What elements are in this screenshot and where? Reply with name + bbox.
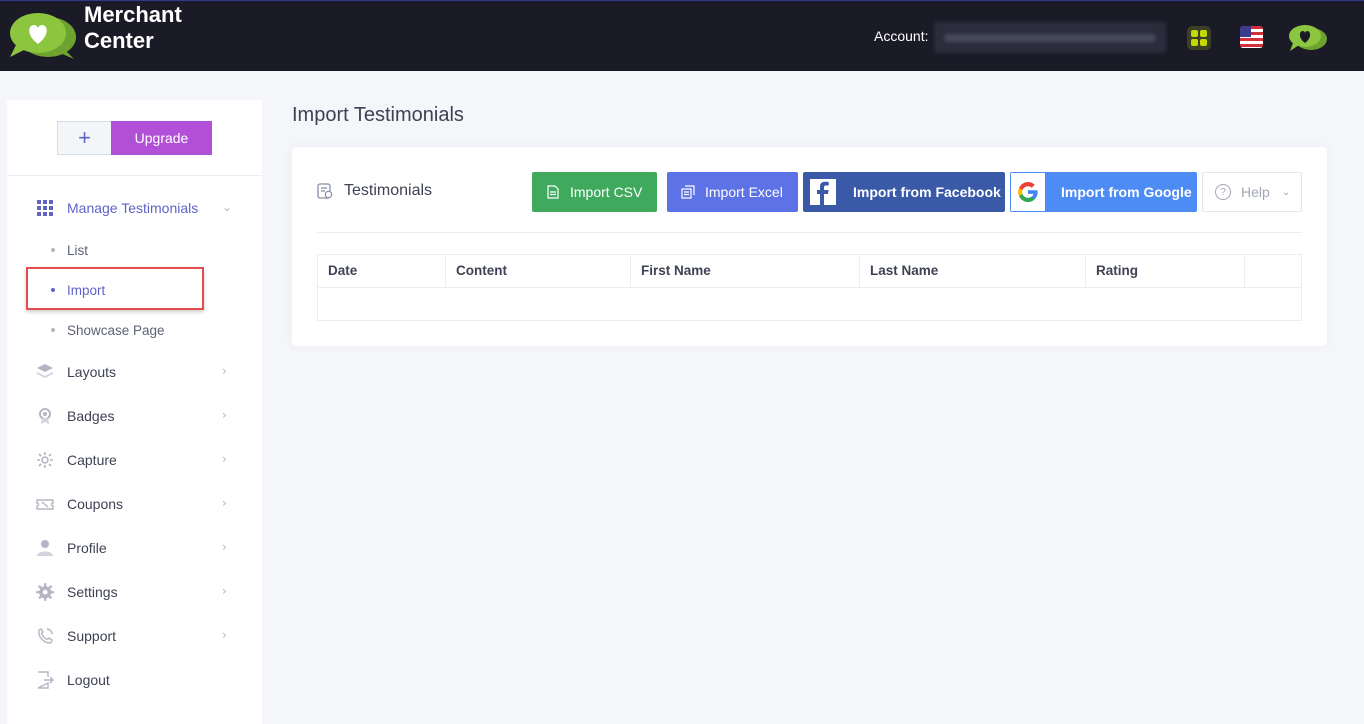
bullet-icon bbox=[51, 328, 55, 332]
sidebar-actions: + Upgrade bbox=[7, 100, 262, 176]
testimonials-card: Testimonials Import CSV Import Excel Imp… bbox=[292, 147, 1327, 346]
top-header: Merchant Center Account: bbox=[0, 0, 1364, 71]
apps-grid-cell bbox=[1191, 39, 1198, 46]
brand-name: Merchant Center bbox=[84, 2, 224, 54]
page-title: Import Testimonials bbox=[292, 104, 464, 126]
chevron-right-icon: › bbox=[222, 364, 227, 378]
help-label: Help bbox=[1241, 184, 1270, 200]
apps-grid-cell bbox=[1200, 39, 1207, 46]
badge-icon bbox=[39, 408, 51, 424]
sidebar-item-profile[interactable]: Profile › bbox=[7, 531, 262, 565]
layers-icon bbox=[37, 364, 53, 378]
file-icon bbox=[547, 185, 559, 199]
sidebar-item-label: Settings bbox=[67, 584, 118, 600]
sidebar: + Upgrade Manage Testimonials ⌄ List Imp… bbox=[7, 100, 262, 724]
chevron-right-icon: › bbox=[222, 540, 227, 554]
logout-icon bbox=[37, 671, 54, 689]
upgrade-button[interactable]: Upgrade bbox=[111, 121, 212, 155]
brand[interactable] bbox=[8, 11, 78, 61]
sidebar-item-settings[interactable]: Settings › bbox=[7, 575, 262, 609]
chevron-right-icon: › bbox=[222, 452, 227, 466]
column-header-rating[interactable]: Rating bbox=[1086, 255, 1245, 288]
chevron-right-icon: › bbox=[222, 408, 227, 422]
column-header-actions bbox=[1245, 255, 1301, 288]
sidebar-item-label: Layouts bbox=[67, 364, 117, 380]
sidebar-item-label: Manage Testimonials bbox=[67, 200, 199, 216]
bullet-icon bbox=[51, 288, 55, 292]
card-title: Testimonials bbox=[344, 182, 433, 199]
column-header-content[interactable]: Content bbox=[446, 255, 631, 288]
sidebar-item-label: Badges bbox=[67, 408, 115, 424]
google-icon bbox=[1011, 173, 1045, 211]
bullet-icon bbox=[51, 248, 55, 252]
grid-icon bbox=[37, 200, 53, 216]
facebook-icon bbox=[810, 179, 836, 205]
chevron-right-icon: › bbox=[222, 628, 227, 642]
sidebar-subitem-list[interactable]: List bbox=[7, 237, 262, 263]
sidebar-item-support[interactable]: Support › bbox=[7, 619, 262, 653]
sidebar-item-layouts[interactable]: Layouts › bbox=[7, 355, 262, 389]
column-header-first-name[interactable]: First Name bbox=[631, 255, 860, 288]
sidebar-item-label: Logout bbox=[67, 672, 110, 688]
question-icon: ? bbox=[1215, 184, 1231, 200]
import-excel-button[interactable]: Import Excel bbox=[667, 172, 798, 212]
sidebar-item-label: Support bbox=[67, 628, 117, 644]
column-header-date[interactable]: Date bbox=[318, 255, 446, 288]
sidebar-item-manage-testimonials[interactable]: Manage Testimonials ⌄ bbox=[7, 191, 262, 225]
testimonials-table: Date Content First Name Last Name Rating bbox=[317, 254, 1302, 321]
help-dropdown-button[interactable]: ? Help ⌄ bbox=[1202, 172, 1302, 212]
account-label: Account: bbox=[874, 28, 929, 44]
table-header-row: Date Content First Name Last Name Rating bbox=[318, 255, 1301, 288]
sidebar-subitem-label: List bbox=[67, 243, 89, 258]
import-google-label: Import from Google bbox=[1061, 184, 1192, 200]
chevron-down-icon: ⌄ bbox=[1281, 186, 1291, 198]
sidebar-subitem-import[interactable]: Import bbox=[7, 277, 262, 303]
sidebar-item-badges[interactable]: Badges › bbox=[7, 399, 262, 433]
chevron-right-icon: › bbox=[222, 584, 227, 598]
ticket-icon bbox=[36, 499, 54, 510]
heart-chat-logo-icon[interactable] bbox=[1288, 23, 1328, 53]
brand-line-2: Center bbox=[84, 28, 154, 53]
user-icon bbox=[37, 540, 53, 556]
apps-grid-cell bbox=[1191, 30, 1198, 37]
sidebar-subitem-showcase-page[interactable]: Showcase Page bbox=[7, 317, 262, 343]
testimonial-list-icon bbox=[317, 183, 333, 199]
apps-grid-icon[interactable] bbox=[1187, 26, 1211, 50]
chevron-down-icon: ⌄ bbox=[222, 200, 233, 214]
sidebar-item-label: Capture bbox=[67, 452, 117, 468]
sidebar-item-logout[interactable]: Logout bbox=[7, 663, 262, 697]
heart-chat-logo-icon bbox=[10, 13, 76, 59]
sidebar-item-capture[interactable]: Capture › bbox=[7, 443, 262, 477]
import-facebook-button[interactable]: Import from Facebook bbox=[803, 172, 1005, 212]
sidebar-item-coupons[interactable]: Coupons › bbox=[7, 487, 262, 521]
sidebar-item-label: Profile bbox=[67, 540, 107, 556]
sidebar-subitem-label: Showcase Page bbox=[67, 323, 165, 338]
import-csv-label: Import CSV bbox=[570, 184, 643, 200]
add-button[interactable]: + bbox=[57, 121, 112, 155]
card-header: Testimonials Import CSV Import Excel Imp… bbox=[317, 147, 1302, 233]
account-value-redacted bbox=[934, 22, 1166, 53]
column-header-last-name[interactable]: Last Name bbox=[860, 255, 1086, 288]
sidebar-item-label: Coupons bbox=[67, 496, 124, 512]
chevron-right-icon: › bbox=[222, 496, 227, 510]
brand-line-1: Merchant bbox=[84, 2, 182, 27]
support-icon bbox=[38, 628, 53, 644]
sidebar-subitem-label: Import bbox=[67, 283, 106, 298]
capture-icon bbox=[37, 452, 53, 468]
import-excel-label: Import Excel bbox=[705, 184, 783, 200]
import-google-button[interactable]: Import from Google bbox=[1010, 172, 1197, 212]
gear-icon bbox=[36, 583, 54, 601]
table-body-empty bbox=[318, 288, 1301, 320]
import-facebook-label: Import from Facebook bbox=[853, 184, 1001, 200]
copy-icon bbox=[681, 185, 695, 199]
account-value bbox=[944, 34, 1156, 42]
us-flag-icon[interactable] bbox=[1240, 26, 1263, 48]
apps-grid-cell bbox=[1200, 30, 1207, 37]
import-csv-button[interactable]: Import CSV bbox=[532, 172, 657, 212]
